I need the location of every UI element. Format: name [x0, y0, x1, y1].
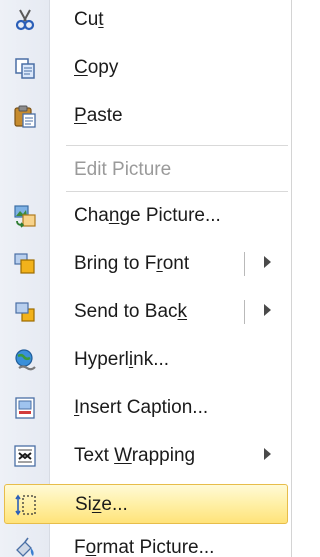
text-wrapping-icon — [12, 444, 38, 468]
menu-item-label: Insert Caption... — [74, 397, 209, 418]
menu-item-cut[interactable]: Cut — [4, 0, 288, 40]
menu-item-label: Size... — [75, 494, 128, 515]
hyperlink-icon — [12, 348, 38, 372]
menu-item-label: Format Picture... — [74, 537, 215, 557]
context-menu: Cut Copy Paste Edit Picture Change Pictu… — [0, 0, 292, 557]
menu-item-insert-caption[interactable]: Insert Caption... — [4, 388, 288, 428]
menu-item-label: Copy — [74, 57, 119, 78]
menu-item-text-wrapping[interactable]: Text Wrapping — [4, 436, 288, 476]
size-icon — [13, 493, 39, 517]
split-divider — [244, 300, 245, 324]
paste-icon — [12, 104, 38, 128]
split-divider — [244, 252, 245, 276]
menu-item-label: Paste — [74, 105, 123, 126]
submenu-arrow-icon — [264, 448, 271, 460]
menu-item-copy[interactable]: Copy — [4, 48, 288, 88]
change-picture-icon — [12, 204, 38, 228]
caption-icon — [12, 396, 38, 420]
menu-item-label: Edit Picture — [74, 159, 172, 180]
send-to-back-icon — [12, 300, 38, 324]
format-picture-icon — [12, 536, 38, 557]
menu-item-send-to-back[interactable]: Send to Back — [4, 292, 288, 332]
menu-item-format-picture[interactable]: Format Picture... — [4, 528, 288, 557]
copy-icon — [12, 56, 38, 80]
menu-item-bring-to-front[interactable]: Bring to Front — [4, 244, 288, 284]
menu-item-size[interactable]: Size... — [4, 484, 288, 524]
menu-item-edit-picture: Edit Picture — [4, 150, 288, 190]
menu-item-label: Cut — [74, 9, 104, 30]
menu-item-label: Bring to Front — [74, 253, 190, 274]
menu-item-paste[interactable]: Paste — [4, 96, 288, 136]
menu-item-label: Hyperlink... — [74, 349, 170, 370]
scissors-icon — [12, 8, 38, 32]
menu-item-label: Change Picture... — [74, 205, 221, 226]
menu-separator — [66, 145, 288, 146]
submenu-arrow-icon[interactable] — [264, 256, 271, 268]
menu-item-change-picture[interactable]: Change Picture... — [4, 196, 288, 236]
submenu-arrow-icon[interactable] — [264, 304, 271, 316]
menu-separator — [66, 191, 288, 192]
menu-item-hyperlink[interactable]: Hyperlink... — [4, 340, 288, 380]
menu-item-label: Text Wrapping — [74, 445, 196, 466]
menu-item-label: Send to Back — [74, 301, 188, 322]
bring-to-front-icon — [12, 252, 38, 276]
